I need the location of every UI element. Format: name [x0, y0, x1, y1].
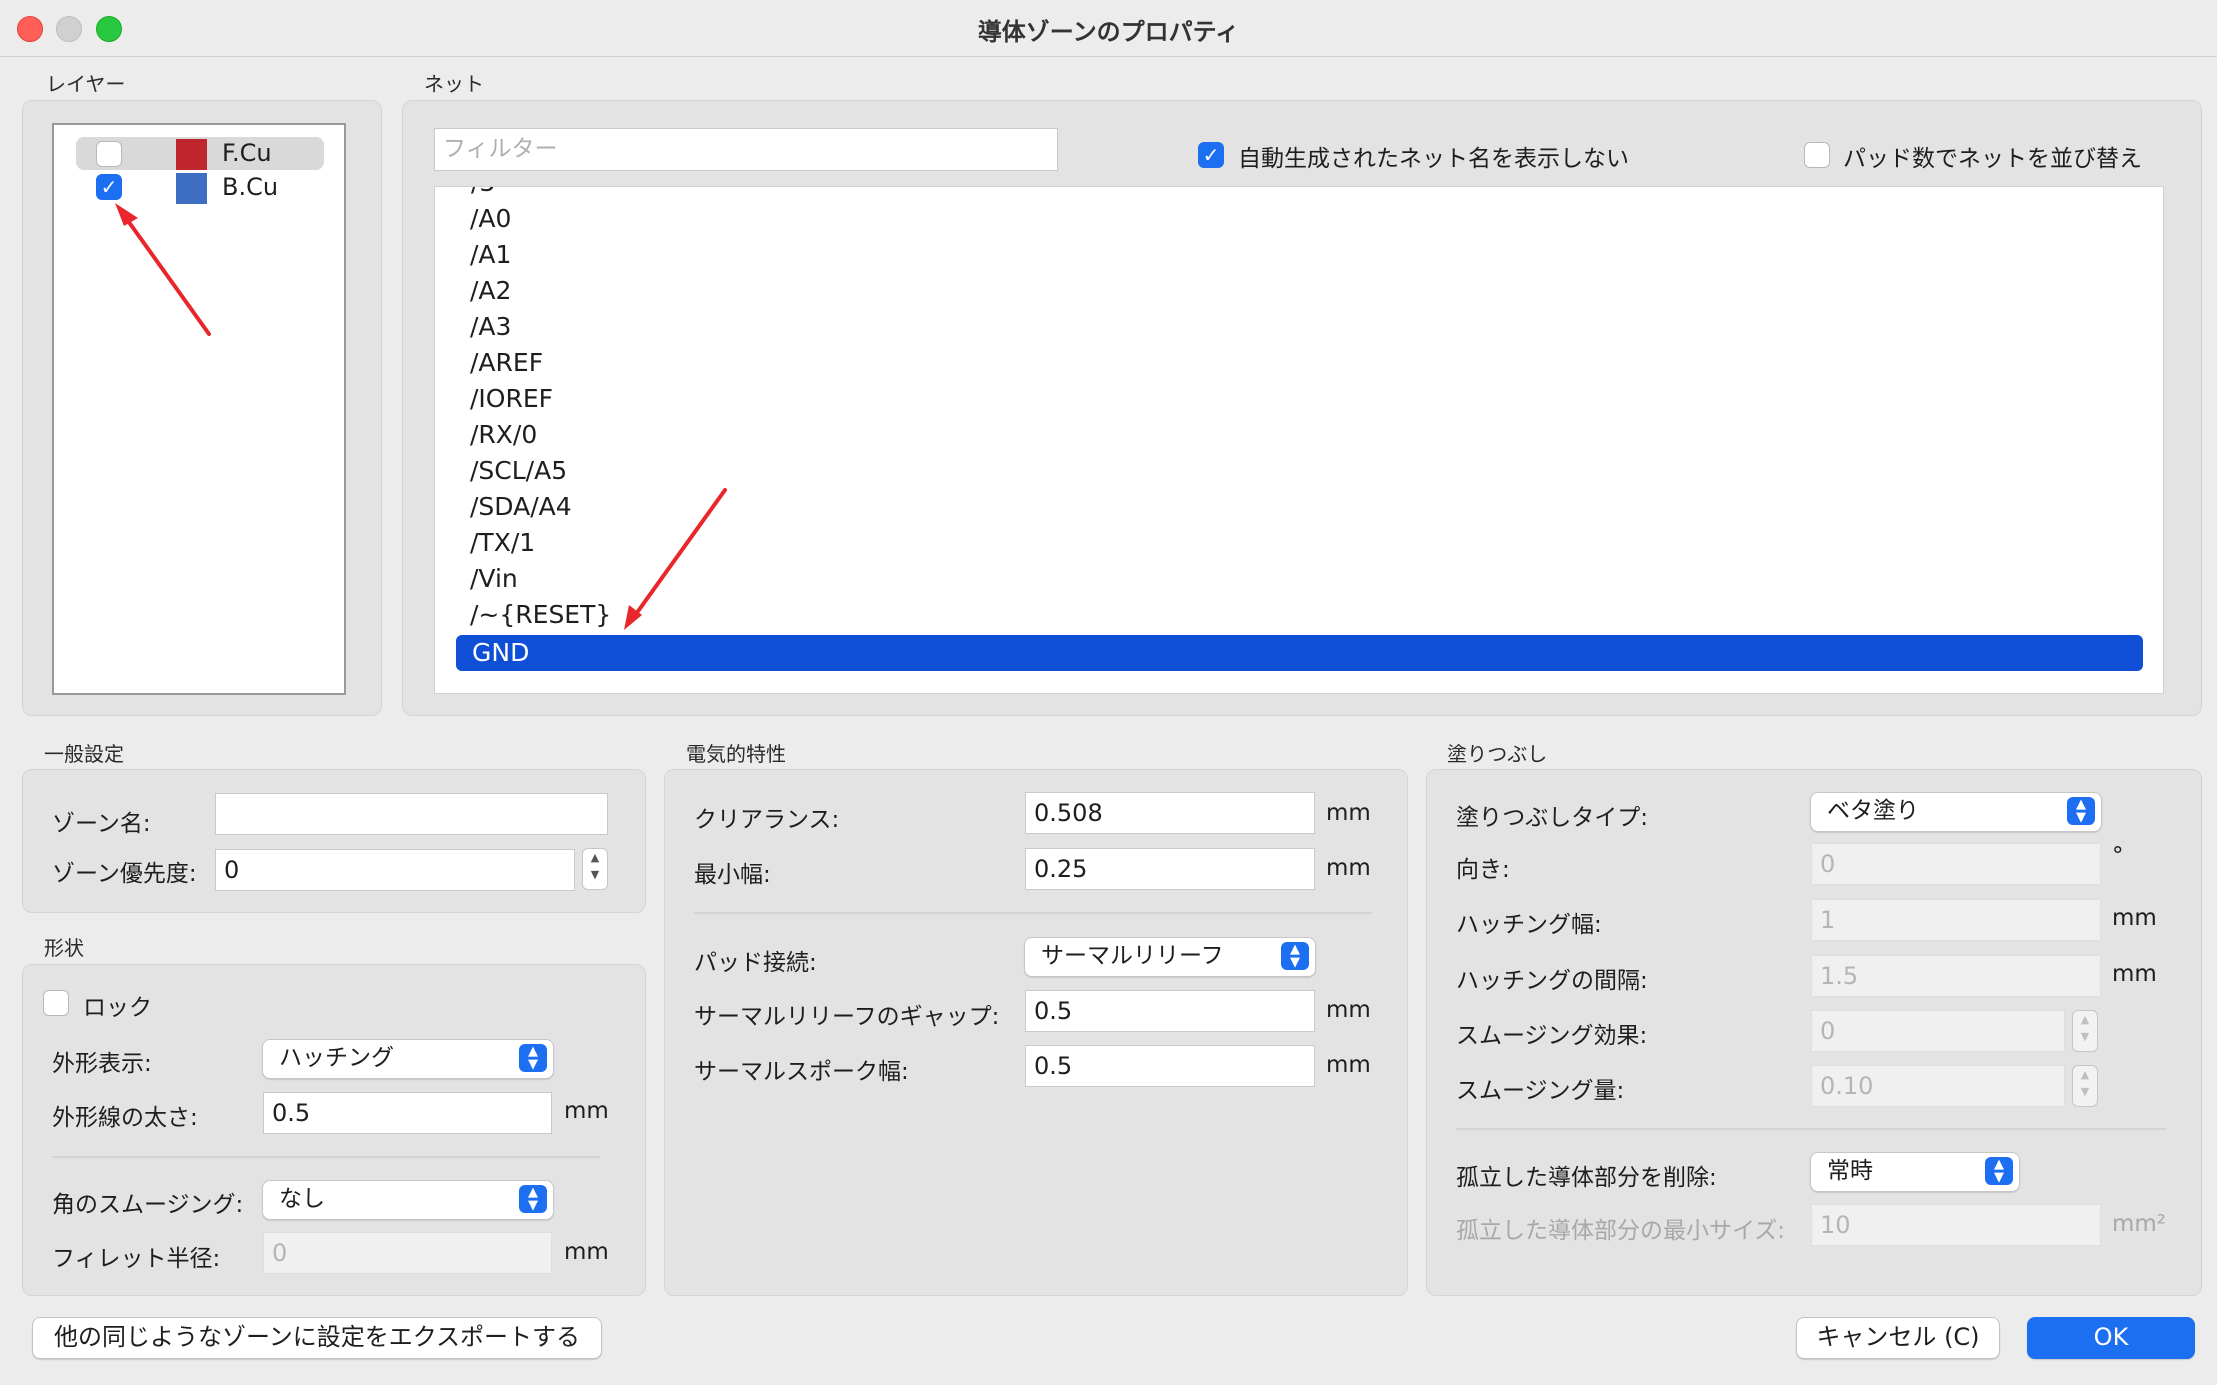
annotation-arrow-net-line — [629, 488, 727, 623]
annotation-arrow-layer-line — [119, 209, 211, 336]
annotation-arrow-layer-head — [115, 203, 138, 226]
annotation-arrows — [115, 203, 727, 630]
